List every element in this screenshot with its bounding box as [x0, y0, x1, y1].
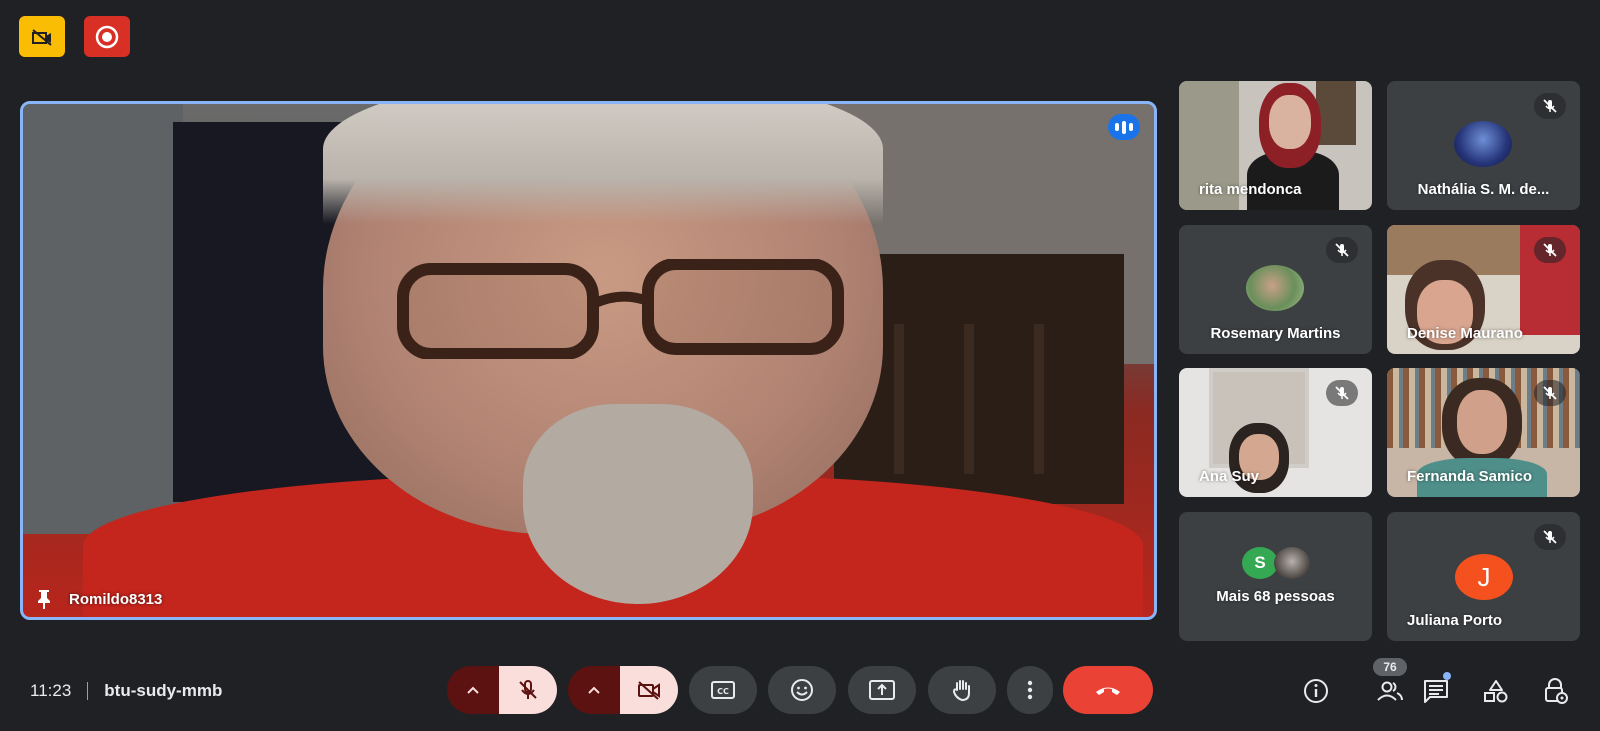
- camera-off-notice-badge[interactable]: [19, 16, 65, 57]
- participant-tile-juliana-porto[interactable]: J Juliana Porto: [1387, 512, 1580, 641]
- participant-name: Mais 68 pessoas: [1216, 588, 1335, 605]
- svg-text:CC: CC: [717, 687, 729, 696]
- mic-off-icon: [1534, 524, 1566, 550]
- clock-time: 11:23: [30, 681, 72, 700]
- captions-button[interactable]: CC: [689, 666, 757, 714]
- activities-icon: [1484, 680, 1508, 703]
- emoji-icon: [791, 679, 813, 701]
- host-controls-button[interactable]: [1540, 676, 1570, 706]
- participant-name: Ana Suy: [1199, 468, 1260, 485]
- participant-tile-fernanda-samico[interactable]: Fernanda Samico: [1387, 368, 1580, 497]
- chevron-up-icon: [467, 686, 479, 694]
- main-speaker-name: Romildo8313: [69, 590, 163, 608]
- camera-toggle-button[interactable]: [620, 666, 678, 714]
- meeting-code: btu-sudy-mmb: [104, 681, 223, 700]
- avatar: S: [1242, 547, 1278, 579]
- meeting-details-button[interactable]: [1301, 676, 1331, 706]
- pin-icon: [38, 590, 50, 609]
- end-call-button[interactable]: [1063, 666, 1153, 714]
- present-screen-button[interactable]: [848, 666, 916, 714]
- mic-off-icon: [1326, 237, 1358, 263]
- host-controls-icon: [1545, 678, 1568, 704]
- activities-button[interactable]: [1481, 676, 1511, 706]
- participant-name: Fernanda Samico: [1407, 468, 1533, 485]
- captions-icon: CC: [711, 681, 735, 699]
- participant-tile-denise-maurano[interactable]: Denise Maurano: [1387, 225, 1580, 354]
- mic-off-icon: [1534, 93, 1566, 119]
- participant-name: Denise Maurano: [1407, 325, 1523, 342]
- video-options-button[interactable]: [568, 666, 620, 714]
- avatar: [1246, 265, 1304, 311]
- camera-off-notice-icon: [32, 28, 52, 46]
- more-options-icon: [1027, 680, 1033, 700]
- microphone-toggle-button[interactable]: [499, 666, 557, 714]
- recording-badge[interactable]: [84, 16, 130, 57]
- people-count-badge: 76: [1373, 658, 1407, 676]
- present-screen-icon: [869, 680, 895, 700]
- chat-button[interactable]: [1421, 676, 1451, 706]
- info-icon: [1304, 679, 1328, 703]
- main-speaker-tile[interactable]: Romildo8313: [20, 101, 1157, 620]
- participant-name: Juliana Porto: [1407, 612, 1503, 629]
- chevron-up-icon: [588, 686, 600, 694]
- participant-name: rita mendonca: [1199, 181, 1302, 198]
- main-speaker-label: Romildo8313: [37, 589, 162, 609]
- people-icon: [1377, 681, 1403, 701]
- end-call-icon: [1096, 687, 1120, 695]
- participant-tile-more-people[interactable]: S Mais 68 pessoas: [1179, 512, 1372, 641]
- raise-hand-icon: [952, 680, 970, 702]
- camera-off-icon: [638, 681, 660, 700]
- mic-off-icon: [1534, 237, 1566, 263]
- chat-icon: [1424, 680, 1448, 703]
- divider: [87, 682, 89, 700]
- mic-off-icon: [1326, 380, 1358, 406]
- avatar: J: [1455, 554, 1513, 600]
- participant-name: Rosemary Martins: [1210, 325, 1341, 342]
- emoji-reaction-button[interactable]: [768, 666, 836, 714]
- people-button[interactable]: [1375, 676, 1405, 706]
- meeting-info: 11:23 btu-sudy-mmb: [30, 681, 222, 701]
- speaking-indicator-icon: [1108, 114, 1140, 140]
- participant-tile-ana-suy[interactable]: Ana Suy: [1179, 368, 1372, 497]
- recording-icon: [95, 25, 119, 48]
- avatar: [1274, 547, 1310, 579]
- participant-tile-rosemary-martins[interactable]: Rosemary Martins: [1179, 225, 1372, 354]
- participant-tile-nathalia[interactable]: Nathália S. M. de...: [1387, 81, 1580, 210]
- mic-off-icon: [1534, 380, 1566, 406]
- audio-options-button[interactable]: [447, 666, 499, 714]
- participant-name: Nathália S. M. de...: [1417, 181, 1550, 198]
- main-speaker-video: [23, 104, 1154, 617]
- participant-tile-rita-mendonca[interactable]: rita mendonca: [1179, 81, 1372, 210]
- avatar: [1454, 121, 1512, 167]
- more-options-button[interactable]: [1007, 666, 1053, 714]
- mic-off-icon: [519, 680, 537, 699]
- raise-hand-button[interactable]: [928, 666, 996, 714]
